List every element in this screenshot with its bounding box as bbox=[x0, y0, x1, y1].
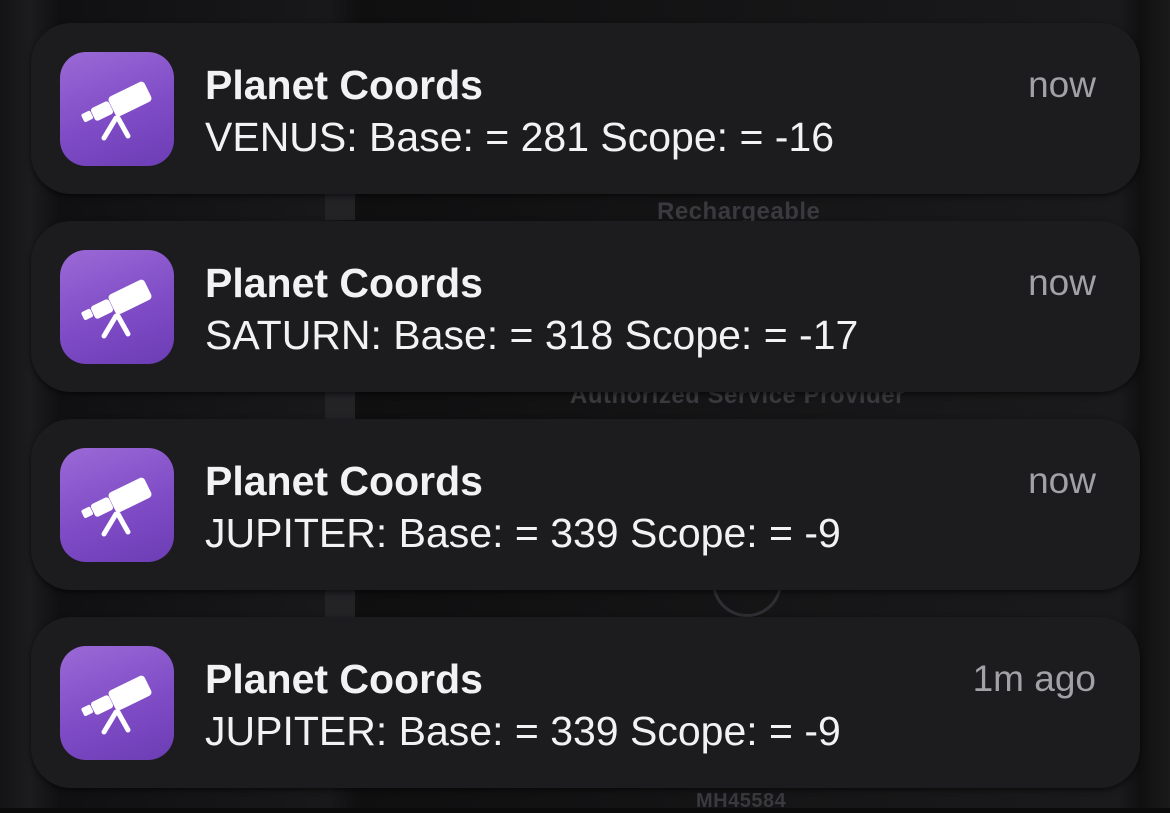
wallpaper-rail bbox=[325, 590, 355, 620]
notification-message: VENUS: Base: = 281 Scope: = -16 bbox=[205, 114, 835, 160]
notification-app-name: Planet Coords bbox=[205, 458, 483, 504]
notification-card[interactable]: Planet Coords now JUPITER: Base: = 339 S… bbox=[31, 419, 1140, 590]
wallpaper-rail bbox=[325, 390, 355, 420]
notification-message: JUPITER: Base: = 339 Scope: = -9 bbox=[205, 510, 841, 556]
telescope-icon bbox=[81, 477, 152, 537]
notification-card[interactable]: Planet Coords now VENUS: Base: = 281 Sco… bbox=[31, 23, 1140, 194]
notification-time: now bbox=[1028, 262, 1096, 303]
telescope-icon bbox=[81, 675, 152, 735]
notification-card[interactable]: Planet Coords now SATURN: Base: = 318 Sc… bbox=[31, 221, 1140, 392]
wallpaper-rail bbox=[325, 190, 355, 220]
app-icon bbox=[60, 448, 174, 562]
notification-message: SATURN: Base: = 318 Scope: = -17 bbox=[205, 312, 859, 358]
notification-time: now bbox=[1028, 64, 1096, 105]
notification-app-name: Planet Coords bbox=[205, 260, 483, 306]
app-icon bbox=[60, 250, 174, 364]
telescope-icon bbox=[81, 279, 152, 339]
wallpaper-label-model: MH45584 bbox=[696, 790, 787, 812]
notification-message: JUPITER: Base: = 339 Scope: = -9 bbox=[205, 708, 841, 754]
notification-app-name: Planet Coords bbox=[205, 62, 483, 108]
notification-app-name: Planet Coords bbox=[205, 656, 483, 702]
notification-time: 1m ago bbox=[972, 658, 1096, 699]
notification-time: now bbox=[1028, 460, 1096, 501]
telescope-icon bbox=[81, 81, 152, 141]
app-icon bbox=[60, 646, 174, 760]
app-icon bbox=[60, 52, 174, 166]
notification-card[interactable]: Planet Coords 1m ago JUPITER: Base: = 33… bbox=[31, 617, 1140, 788]
